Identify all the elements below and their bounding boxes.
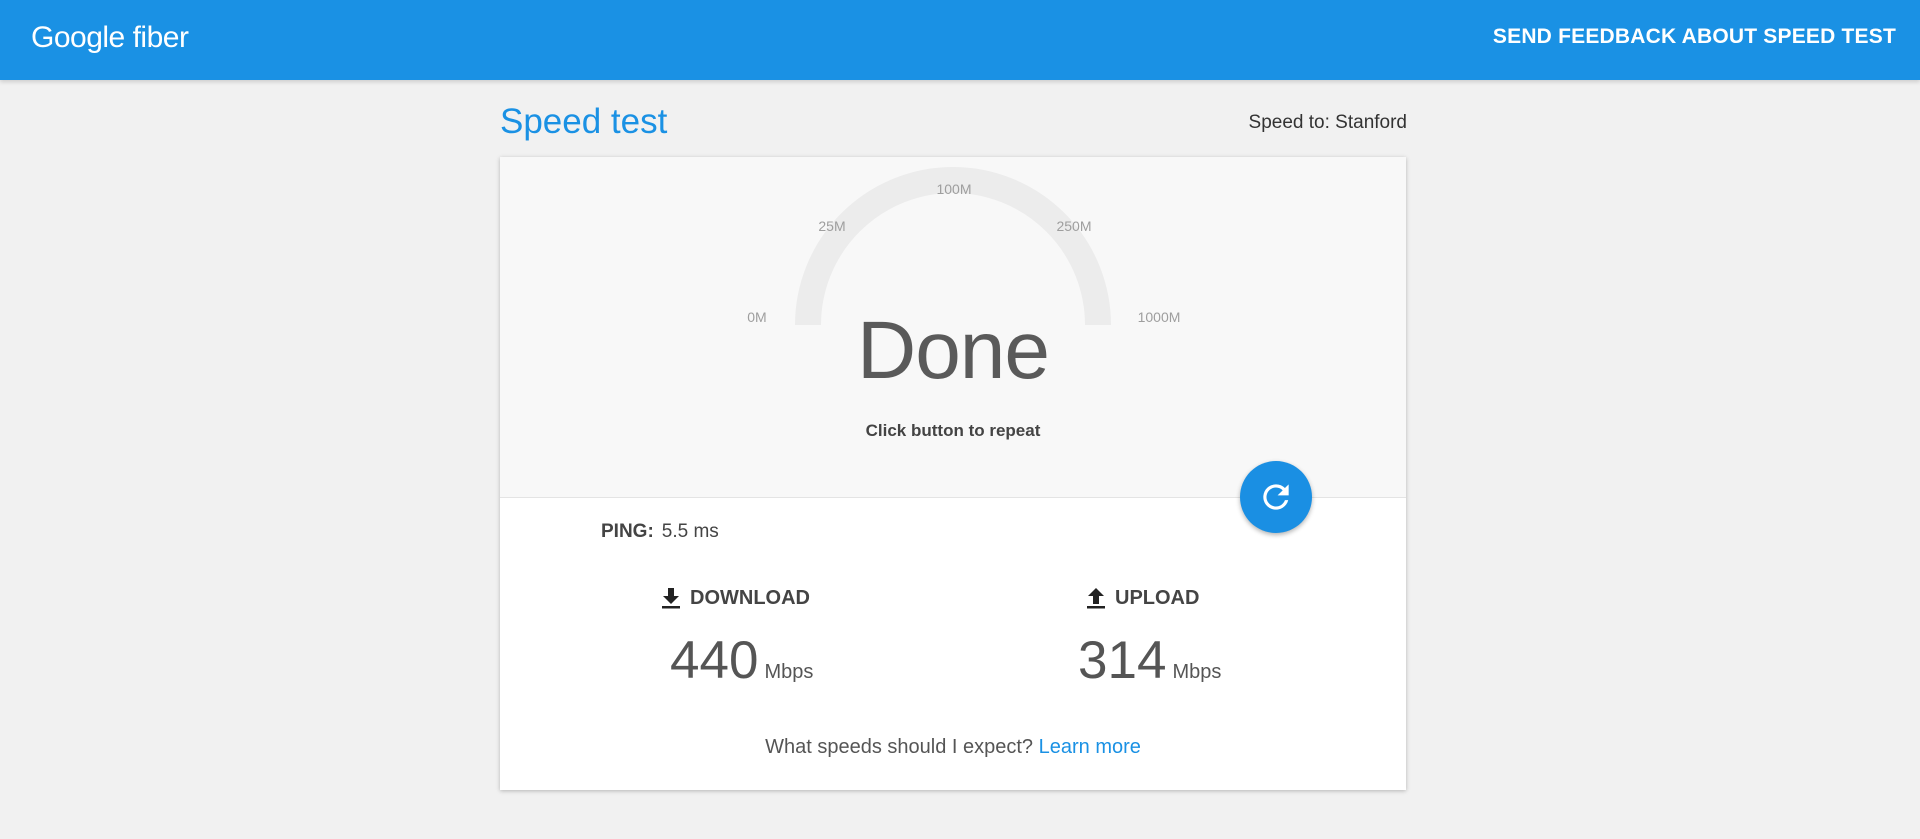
expected-speeds-question: What speeds should I expect? — [765, 736, 1034, 758]
send-feedback-link[interactable]: SEND FEEDBACK ABOUT SPEED TEST — [1493, 25, 1896, 49]
download-label: DOWNLOAD — [690, 586, 810, 609]
gauge-tick-250m: 250M — [1056, 218, 1092, 234]
ping-value: 5.5 ms — [661, 521, 719, 542]
upload-label: UPLOAD — [1115, 586, 1200, 609]
download-unit: Mbps — [764, 661, 814, 683]
download-arrow-icon — [660, 586, 682, 610]
page-title: Speed test — [500, 102, 668, 141]
expected-speeds: What speeds should I expect? Learn more — [500, 736, 1406, 759]
refresh-icon — [1263, 484, 1289, 510]
ping-result: PING: 5.5 ms — [601, 521, 719, 543]
upload-arrow-icon — [1085, 586, 1107, 610]
download-result: 440 Mbps — [670, 630, 813, 691]
test-status: Done — [856, 305, 1050, 396]
repeat-test-button[interactable] — [1240, 461, 1312, 533]
repeat-hint: Click button to repeat — [865, 421, 1041, 440]
ping-label: PING: — [601, 521, 654, 542]
download-header: DOWNLOAD — [660, 586, 810, 610]
google-fiber-logo[interactable]: Google fiber — [31, 21, 189, 55]
learn-more-link[interactable]: Learn more — [1039, 736, 1141, 758]
gauge-tick-25m: 25M — [818, 218, 846, 234]
top-bar: Google fiber SEND FEEDBACK ABOUT SPEED T… — [0, 0, 1920, 80]
upload-header: UPLOAD — [1085, 586, 1199, 610]
upload-result: 314 Mbps — [1078, 630, 1221, 691]
download-value: 440 — [670, 631, 759, 690]
upload-unit: Mbps — [1172, 661, 1222, 683]
upload-value: 314 — [1078, 631, 1167, 690]
gauge-panel: 0M 25M 100M 250M 1000M Done Click button… — [500, 157, 1406, 498]
speed-to-server: Speed to: Stanford — [1248, 112, 1407, 133]
gauge-tick-100m: 100M — [936, 181, 972, 197]
speed-test-card: 0M 25M 100M 250M 1000M Done Click button… — [500, 157, 1406, 790]
